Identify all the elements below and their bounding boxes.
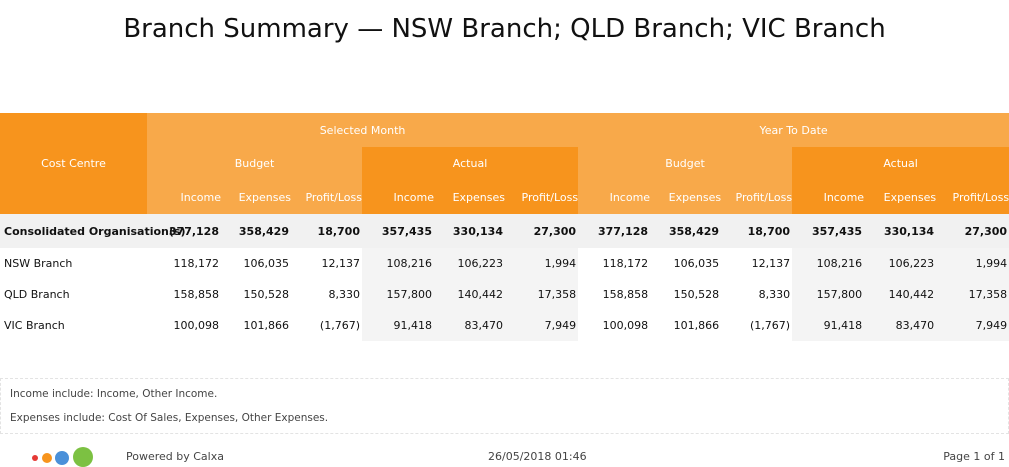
table-cell: 17,358 xyxy=(936,279,1009,310)
table-cell: 8,330 xyxy=(758,288,791,301)
column-header-expenses: Expenses xyxy=(434,180,505,214)
table-cell: 140,442 xyxy=(864,279,937,310)
table-cell: 106,035 xyxy=(673,257,720,270)
cost-centre-header: Cost Centre xyxy=(0,113,147,214)
table-cell: 157,800 xyxy=(792,279,865,310)
cost-centre-name: NSW Branch xyxy=(4,257,73,270)
table-cell: 17,358 xyxy=(505,279,579,310)
table-cell: 27,300 xyxy=(505,214,579,248)
table-row: VIC Branch 100,098 101,866 (1,767) 91,418 83,… xyxy=(0,310,1009,341)
powered-by-text: Powered by Calxa xyxy=(126,450,224,463)
table-cell: 150,528 xyxy=(243,288,290,301)
income-note: Income include: Income, Other Income. xyxy=(10,388,218,400)
table-cell: 157,800 xyxy=(362,279,434,310)
table-cell: 1,994 xyxy=(505,248,579,279)
table-cell: 330,134 xyxy=(434,214,505,248)
table-cell: (1,767) xyxy=(319,319,360,332)
table-cell: 108,216 xyxy=(792,248,865,279)
table-cell: 91,418 xyxy=(792,310,865,341)
table-cell: 7,949 xyxy=(936,310,1009,341)
table-cell: 150,528 xyxy=(673,288,720,301)
table-cell: (1,767) xyxy=(750,319,791,332)
ytd-actual-header: Actual xyxy=(792,147,1009,180)
table-cell: 101,866 xyxy=(673,319,720,332)
sm-actual-header: Actual xyxy=(362,147,579,180)
table-cell: 83,470 xyxy=(434,310,505,341)
table-cell: 106,223 xyxy=(864,248,937,279)
table-cell: 106,223 xyxy=(434,248,505,279)
column-header-income: Income xyxy=(578,180,651,214)
column-header-income: Income xyxy=(147,180,221,214)
table-cell: 377,128 xyxy=(578,214,651,248)
table-cell: 358,429 xyxy=(650,214,722,248)
column-header-profit-loss: Profit/Loss xyxy=(505,180,579,214)
page-number: Page 1 of 1 xyxy=(943,450,1005,463)
table-cell: 91,418 xyxy=(362,310,434,341)
report-title: Branch Summary — NSW Branch; QLD Branch;… xyxy=(123,14,886,44)
table-cell: 100,098 xyxy=(173,319,220,332)
table-cell: 357,435 xyxy=(362,214,434,248)
column-header-income: Income xyxy=(362,180,434,214)
table-cell: 357,435 xyxy=(792,214,865,248)
calxa-logo-icon xyxy=(32,447,93,467)
table-cell: 12,137 xyxy=(321,257,361,270)
expenses-note: Expenses include: Cost Of Sales, Expense… xyxy=(10,412,329,424)
column-header-income: Income xyxy=(792,180,865,214)
column-header-profit-loss: Profit/Loss xyxy=(936,180,1009,214)
table-row: QLD Branch 158,858 150,528 8,330 157,800 140,… xyxy=(0,279,1009,310)
column-header-profit-loss: Profit/Loss xyxy=(291,180,362,214)
column-header-expenses: Expenses xyxy=(650,180,722,214)
table-cell: 158,858 xyxy=(602,288,649,301)
table-cell: 18,700 xyxy=(721,214,793,248)
table-cell: 12,137 xyxy=(751,257,791,270)
table-row: NSW Branch 118,172 106,035 12,137 108,216 106… xyxy=(0,248,1009,279)
selected-month-header: Selected Month xyxy=(147,113,579,147)
table-cell: 158,858 xyxy=(173,288,220,301)
table-cell: 106,035 xyxy=(243,257,290,270)
column-header-expenses: Expenses xyxy=(864,180,937,214)
notes-box: Income include: Income, Other Income. Ex… xyxy=(0,378,1009,434)
table-cell: 108,216 xyxy=(362,248,434,279)
footer: Powered by Calxa 26/05/2018 01:46 Page 1… xyxy=(0,444,1009,467)
table-cell: 330,134 xyxy=(864,214,937,248)
cost-centre-name: VIC Branch xyxy=(4,319,65,332)
table-row: Consolidated Organisation(s) 377,128 358,4… xyxy=(0,214,1009,248)
table-cell: 118,172 xyxy=(602,257,649,270)
cost-centre-name: Consolidated Organisation(s) xyxy=(0,214,186,248)
report-date: 26/05/2018 01:46 xyxy=(488,450,587,463)
table-cell: 118,172 xyxy=(173,257,220,270)
table-cell: 27,300 xyxy=(936,214,1009,248)
branch-summary-table: Cost Centre Selected Month Year To Date … xyxy=(0,113,1009,341)
table-cell: 7,949 xyxy=(505,310,579,341)
ytd-budget-header: Budget xyxy=(578,147,793,180)
table-cell: 8,330 xyxy=(328,288,361,301)
table-cell: 1,994 xyxy=(936,248,1009,279)
table-cell: 83,470 xyxy=(864,310,937,341)
cost-centre-name: QLD Branch xyxy=(4,288,70,301)
year-to-date-header: Year To Date xyxy=(578,113,1009,147)
column-header-expenses: Expenses xyxy=(221,180,291,214)
table-cell: 100,098 xyxy=(602,319,649,332)
table-cell: 18,700 xyxy=(291,214,362,248)
table-cell: 101,866 xyxy=(243,319,290,332)
table-cell: 358,429 xyxy=(221,214,291,248)
table-cell: 140,442 xyxy=(434,279,505,310)
column-header-profit-loss: Profit/Loss xyxy=(721,180,793,214)
sm-budget-header: Budget xyxy=(147,147,362,180)
